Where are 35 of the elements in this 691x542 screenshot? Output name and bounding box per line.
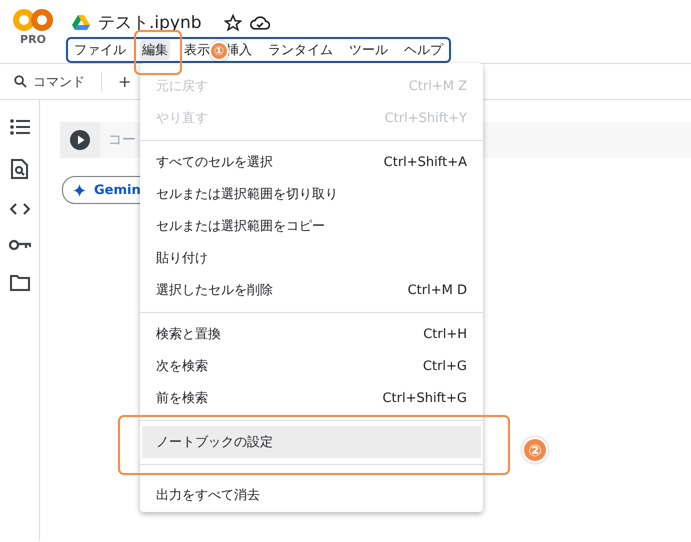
menu-option[interactable]: すべてのセルを選択 Ctrl+Shift+A (140, 146, 483, 178)
command-button[interactable]: コマンド (33, 72, 85, 90)
menu-option[interactable]: 貼り付け (140, 242, 483, 274)
menu-item[interactable]: 表示 (182, 40, 212, 60)
menu-option[interactable]: 選択したセルを削除 Ctrl+M D (140, 274, 483, 306)
notebook-title[interactable]: テスト.ipynb (98, 11, 202, 34)
sparkle-icon (73, 184, 86, 196)
menu-item[interactable]: ヘルプ (402, 40, 445, 60)
menu-item[interactable]: ツール (347, 40, 390, 60)
menu-item[interactable]: 編集 (140, 40, 170, 60)
search-icon (14, 75, 27, 88)
code-placeholder: コー (107, 131, 136, 149)
step-badge: ② (524, 439, 546, 461)
menu-option[interactable]: 出力をすべて消去 (140, 470, 483, 504)
key-icon[interactable] (8, 239, 30, 251)
logo-icon (13, 8, 53, 32)
find-document-icon[interactable] (11, 159, 28, 179)
menu-option[interactable]: 前を検索 Ctrl+Shift+G (140, 382, 483, 414)
menu-item[interactable]: ファイル (72, 40, 128, 60)
list-icon[interactable] (10, 119, 30, 135)
menu-item[interactable]: ランタイム (266, 40, 335, 60)
cloud-check-icon[interactable] (250, 14, 270, 31)
menu-option[interactable]: セルまたは選択範囲をコピー (140, 210, 483, 242)
add-button[interactable]: + (118, 72, 132, 91)
step-badge: ① (211, 43, 227, 59)
menu-option[interactable]: 次を検索 Ctrl+G (140, 350, 483, 382)
plan-label: PRO (20, 33, 46, 46)
highlight-frame (134, 30, 182, 75)
run-icon[interactable] (70, 130, 90, 150)
code-icon[interactable] (10, 203, 30, 215)
star-icon[interactable] (224, 14, 242, 32)
folder-icon[interactable] (10, 275, 30, 291)
menu-option[interactable]: 検索と置換 Ctrl+H (140, 318, 483, 350)
menu-option[interactable]: ノートブックの設定 (142, 426, 481, 458)
drive-icon (72, 14, 90, 31)
